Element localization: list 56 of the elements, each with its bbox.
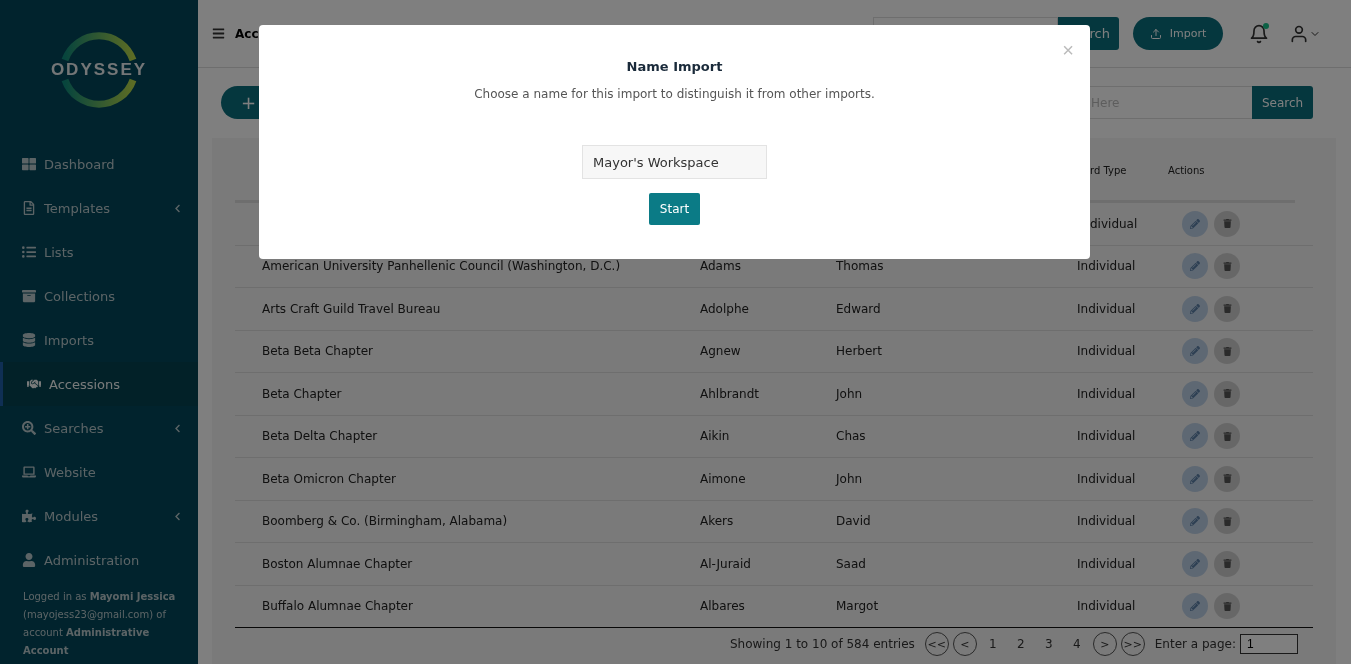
dialog-description: Choose a name for this import to distinguish it from other imports. xyxy=(474,87,875,101)
table-cell-text: Thomas xyxy=(836,259,885,274)
table-cell-text: American University Panhellenic Council (Washington, D.C.) xyxy=(261,259,622,274)
table-cell-text: Individual xyxy=(1077,301,1137,316)
table-cell-text: Individual xyxy=(1077,556,1137,571)
table-cell-text: Beta Beta Chapter xyxy=(261,344,374,359)
sidebar-item-label: Administration xyxy=(44,552,141,568)
entries-summary: Showing 1 to 10 of 584 entries xyxy=(729,637,915,651)
login-info: Logged in as Mayomi Jessica (mayojess23@gmail.com) of account Administrative Account xyxy=(22,590,177,658)
table-cell-text: Saad xyxy=(836,556,867,571)
table-cell-text: Adams xyxy=(700,259,742,274)
table-cell-text: Albares xyxy=(700,599,746,614)
table-cell-text: Beta Delta Chapter xyxy=(261,429,379,444)
sidebar-item-label: Searches xyxy=(44,420,105,436)
table-cell-text: Akers xyxy=(700,514,735,529)
sidebar-item-label: Accessions xyxy=(49,376,122,392)
sidebar-item-label: Templates xyxy=(44,200,112,216)
page-input-label: Enter a page: xyxy=(1154,637,1236,651)
table-cell-text: David xyxy=(836,514,872,529)
table-cell-text: Ahlbrandt xyxy=(700,386,760,401)
table-cell-text: Arts Craft Guild Travel Bureau xyxy=(261,301,442,316)
table-cell-text: Individual xyxy=(1077,599,1137,614)
table-cell-text: Buffalo Alumnae Chapter xyxy=(261,599,414,614)
sidebar-item-label: Modules xyxy=(44,508,100,524)
table-cell-text: Beta Omicron Chapter xyxy=(261,471,397,486)
table-cell-text: Beta Chapter xyxy=(261,386,343,401)
table-cell-text: dividual xyxy=(1089,216,1139,231)
table-cell-text: Herbert xyxy=(836,344,883,359)
table-cell-text: Adolphe xyxy=(700,301,750,316)
sidebar-item-label: Imports xyxy=(44,332,95,348)
table-cell-text: Individual xyxy=(1077,471,1137,486)
table-cell-text: Aimone xyxy=(700,471,747,486)
table-cell-text: Individual xyxy=(1077,514,1137,529)
table-cell-text: Individual xyxy=(1077,429,1137,444)
table-cell-text: Individual xyxy=(1077,386,1137,401)
dialog-title: Name Import xyxy=(626,59,723,74)
table-cell-text: Agnew xyxy=(700,344,742,359)
table-cell-text: Chas xyxy=(836,429,867,444)
table-cell-text: Boomberg & Co. (Birmingham, Alabama) xyxy=(261,514,509,529)
table-cell-text: Al-Juraid xyxy=(700,556,752,571)
sidebar-item-label: Lists xyxy=(44,244,75,260)
sidebar-item-label: Dashboard xyxy=(44,156,116,172)
column-header: rd Type xyxy=(1089,165,1128,176)
sidebar-item-label: Collections xyxy=(44,288,117,304)
page-title: Acc xyxy=(235,26,259,41)
sidebar-item-label: Website xyxy=(44,464,97,480)
table-cell-text: John xyxy=(836,386,864,401)
table-cell-text: Edward xyxy=(836,301,882,316)
logo-text: ODYSSEY xyxy=(50,60,148,80)
table-cell-text: Aikin xyxy=(700,429,731,444)
table-cell-text: John xyxy=(836,471,864,486)
column-header: Actions xyxy=(1168,165,1206,176)
table-cell-text: Individual xyxy=(1077,344,1137,359)
table-cell-text: Boston Alumnae Chapter xyxy=(261,556,414,571)
table-cell-text: Margot xyxy=(836,599,880,614)
table-cell-text: Individual xyxy=(1077,259,1137,274)
